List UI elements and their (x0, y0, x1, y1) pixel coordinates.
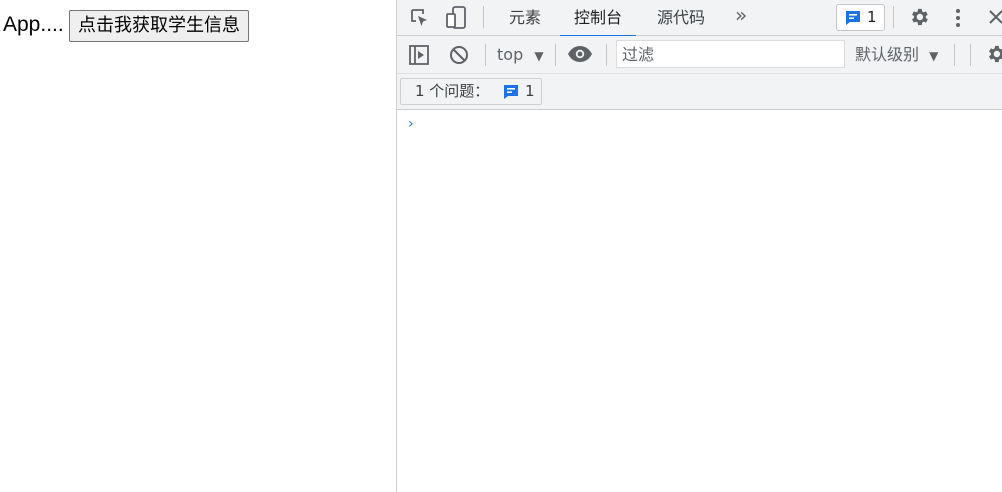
more-tabs-icon[interactable]: » (722, 0, 760, 36)
tabbar-separator (483, 6, 484, 28)
sidebar-toggle-icon[interactable] (408, 44, 430, 66)
tab-console[interactable]: 控制台 (560, 0, 637, 37)
issues-badge-count: 1 (867, 8, 877, 26)
issues-button[interactable]: 1 个问题： 1 (400, 78, 542, 105)
chevron-down-icon: ▼ (929, 49, 939, 63)
issues-label: 1 个问题： (415, 82, 490, 100)
toolbar-separator (555, 44, 556, 66)
page-content: App.... 点击我获取学生信息 (0, 0, 396, 492)
tabbar-separator (893, 6, 894, 28)
device-toolbar-icon[interactable] (445, 5, 469, 31)
toolbar-separator (970, 44, 971, 66)
close-icon[interactable] (988, 9, 1002, 25)
inspect-element-icon[interactable] (409, 7, 431, 29)
more-options-icon[interactable] (954, 7, 962, 29)
issues-badge[interactable]: 1 (836, 4, 885, 31)
clear-console-icon[interactable] (448, 44, 470, 66)
settings-gear-icon[interactable] (908, 6, 930, 28)
chevron-down-icon: ▼ (534, 49, 544, 63)
tab-sources[interactable]: 源代码 (643, 0, 719, 36)
console-settings-gear-icon[interactable] (985, 43, 1002, 65)
issues-bar: 1 个问题： 1 (397, 74, 1002, 110)
log-levels-dropdown[interactable]: 默认级别 ▼ (855, 36, 938, 74)
fetch-student-info-button[interactable]: 点击我获取学生信息 (69, 10, 249, 42)
tab-elements[interactable]: 元素 (495, 0, 555, 36)
toolbar-separator (606, 44, 607, 66)
context-selector[interactable]: top ▼ (497, 36, 544, 74)
console-prompt-icon[interactable]: › (408, 116, 414, 132)
live-expression-eye-icon[interactable] (567, 45, 593, 63)
context-value: top (497, 45, 524, 64)
issues-count: 1 (525, 82, 535, 100)
devtools-tabbar: 元素 控制台 源代码 » 1 (397, 0, 1002, 37)
console-toolbar: top ▼ 默认级别 ▼ (397, 36, 1002, 74)
issue-message-icon (503, 84, 519, 100)
issue-message-icon (845, 10, 861, 26)
app-text: App.... (3, 13, 64, 36)
log-levels-label: 默认级别 (855, 45, 920, 64)
filter-input[interactable] (616, 40, 845, 68)
devtools-panel: 元素 控制台 源代码 » 1 top ▼ 过滤 默认级别 ▼ 1 个问题： 1 … (396, 0, 1002, 492)
toolbar-separator (485, 44, 486, 66)
toolbar-separator (954, 44, 955, 66)
